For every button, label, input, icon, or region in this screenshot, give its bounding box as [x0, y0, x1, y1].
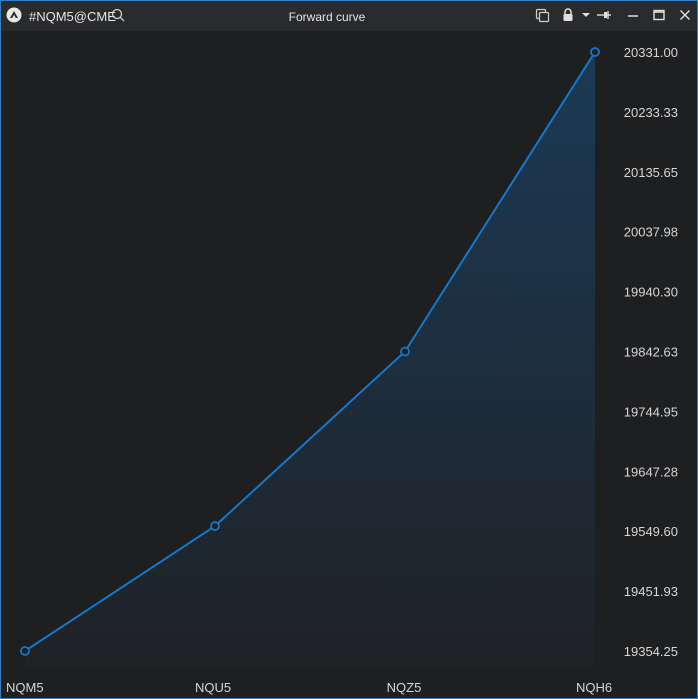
y-tick-label: 19354.25: [624, 644, 678, 659]
x-tick-label: NQZ5: [387, 680, 422, 695]
y-tick-label: 20037.98: [624, 225, 678, 240]
x-tick-label: NQM5: [6, 680, 44, 695]
y-tick-label: 19842.63: [624, 345, 678, 360]
maximize-icon[interactable]: [651, 7, 667, 23]
y-tick-label: 20135.65: [624, 165, 678, 180]
y-tick-label: 19549.60: [624, 524, 678, 539]
y-tick-label: 19940.30: [624, 285, 678, 300]
title-bar[interactable]: #NQM5@CME Forward curve: [1, 1, 697, 31]
forward-curve-chart[interactable]: 20331.00 20233.33 20135.65 20037.98 19940.30…: [1, 31, 697, 698]
forward-curve-window: #NQM5@CME Forward curve 20331.00 20233.3…: [0, 0, 698, 699]
copy-icon[interactable]: [534, 7, 550, 23]
data-point-nqh6: [590, 47, 600, 57]
y-tick-label: 20331.00: [624, 45, 678, 60]
y-tick-label: 19647.28: [624, 464, 678, 479]
chart-area[interactable]: 20331.00 20233.33 20135.65 20037.98 19940.30…: [1, 31, 697, 698]
data-point-nqz5: [400, 346, 410, 357]
data-point-nqu5: [210, 521, 220, 531]
lock-icon[interactable]: [560, 7, 576, 23]
data-point-nqm5: [20, 646, 30, 656]
close-icon[interactable]: [677, 7, 693, 23]
minimize-icon[interactable]: [625, 7, 641, 23]
pin-icon[interactable]: [596, 7, 612, 23]
y-tick-label: 19744.95: [624, 404, 678, 419]
x-tick-label: NQU5: [195, 680, 231, 695]
y-tick-label: 20233.33: [624, 105, 678, 120]
y-tick-label: 19451.93: [624, 584, 678, 599]
area-fill: [25, 52, 595, 666]
window-title: Forward curve: [288, 10, 366, 24]
dropdown-arrow-icon[interactable]: [578, 7, 594, 23]
x-tick-label: NQH6: [576, 680, 612, 695]
